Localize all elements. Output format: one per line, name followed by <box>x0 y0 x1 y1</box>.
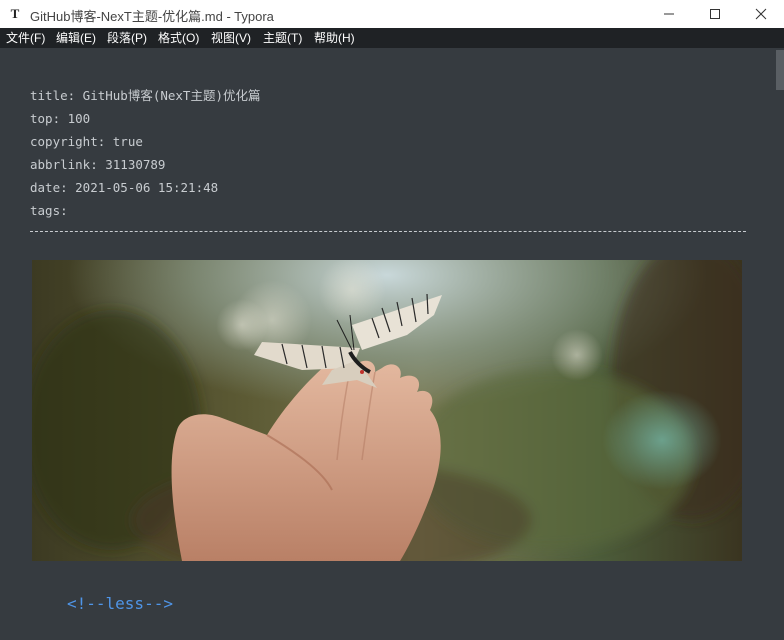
close-button[interactable] <box>738 0 784 28</box>
minimize-button[interactable] <box>646 0 692 28</box>
minimize-icon <box>664 13 674 15</box>
front-matter-copyright[interactable]: copyright: true <box>30 134 143 150</box>
front-matter-title[interactable]: title: GitHub博客(NexT主题)优化篇 <box>30 88 261 104</box>
editor-area[interactable]: title: GitHub博客(NexT主题)优化篇 top: 100 copy… <box>0 48 776 640</box>
maximize-icon <box>710 9 720 19</box>
menu-edit[interactable]: 编辑(E) <box>56 31 96 45</box>
front-matter-abbrlink[interactable]: abbrlink: 31130789 <box>30 157 165 173</box>
typora-app-icon: T <box>10 6 20 21</box>
front-matter-divider <box>30 231 746 232</box>
maximize-button[interactable] <box>692 0 738 28</box>
vertical-scrollbar[interactable] <box>776 48 784 640</box>
menu-paragraph[interactable]: 段落(P) <box>107 31 147 45</box>
title-bar: T GitHub博客-NexT主题-优化篇.md - Typora <box>0 0 784 28</box>
menu-view[interactable]: 视图(V) <box>211 31 251 45</box>
window-title: GitHub博客-NexT主题-优化篇.md - Typora <box>30 9 274 24</box>
close-icon <box>755 8 767 20</box>
less-marker[interactable]: <!--less--> <box>67 594 173 614</box>
butterfly-on-hand-photo[interactable] <box>32 260 742 561</box>
menu-theme[interactable]: 主题(T) <box>263 31 302 45</box>
front-matter-date[interactable]: date: 2021-05-06 15:21:48 <box>30 180 218 196</box>
menu-bar: 文件(F) 编辑(E) 段落(P) 格式(O) 视图(V) 主题(T) 帮助(H… <box>0 28 784 48</box>
front-matter-tags[interactable]: tags: <box>30 203 68 219</box>
menu-file[interactable]: 文件(F) <box>6 31 45 45</box>
menu-format[interactable]: 格式(O) <box>158 31 199 45</box>
front-matter-top[interactable]: top: 100 <box>30 111 90 127</box>
scrollbar-thumb[interactable] <box>776 50 784 90</box>
photo-icon <box>32 260 742 561</box>
menu-help[interactable]: 帮助(H) <box>314 31 355 45</box>
